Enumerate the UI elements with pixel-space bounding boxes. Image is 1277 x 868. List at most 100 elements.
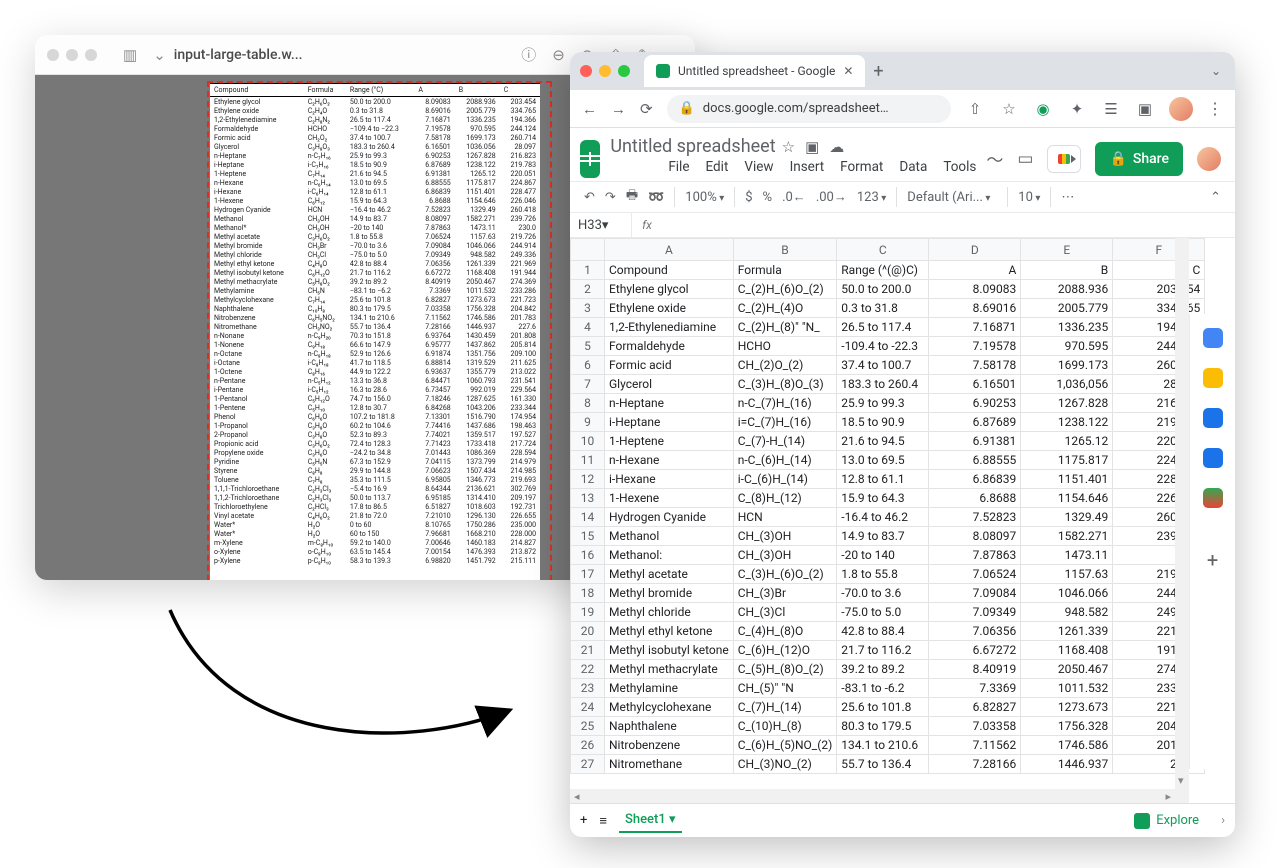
spreadsheet-grid[interactable]: ABCDEF1CompoundFormulaRange (^(@)C)ABC2E… [570, 238, 1205, 774]
scroll-down-icon[interactable]: ▾ [1178, 774, 1184, 787]
back-button[interactable]: ← [582, 100, 597, 118]
account-avatar[interactable] [1197, 147, 1221, 171]
cell[interactable]: C [1113, 261, 1205, 280]
row-header[interactable]: 11 [571, 451, 605, 470]
cell[interactable]: 1582.271 [1021, 527, 1113, 546]
cell[interactable]: HCHO [733, 337, 837, 356]
keep-app-icon[interactable] [1203, 368, 1223, 388]
cell[interactable]: 183.3 to 260.4 [837, 375, 929, 394]
cell[interactable]: Naphthalene [605, 717, 734, 736]
cell[interactable]: Hydrogen Cyanide [605, 508, 734, 527]
cell[interactable]: 1446.937 [1021, 755, 1113, 774]
cell[interactable]: 7.09349 [929, 603, 1021, 622]
cell[interactable]: -16.4 to 46.2 [837, 508, 929, 527]
cell[interactable]: Methyl methacrylate [605, 660, 734, 679]
cell[interactable]: 12.8 to 61.1 [837, 470, 929, 489]
cell[interactable]: B [1021, 261, 1113, 280]
row-header[interactable]: 16 [571, 546, 605, 565]
cell[interactable]: 42.8 to 88.4 [837, 622, 929, 641]
cell[interactable]: CH_(3)OH [733, 546, 837, 565]
cell[interactable]: Formic acid [605, 356, 734, 375]
tasks-app-icon[interactable] [1203, 408, 1223, 428]
cell[interactable]: 948.582 [1021, 603, 1113, 622]
cell[interactable]: 37.4 to 100.7 [837, 356, 929, 375]
cell[interactable]: 1,036,056 [1021, 375, 1113, 394]
row-header[interactable]: 23 [571, 679, 605, 698]
cell[interactable]: 6.8688 [929, 489, 1021, 508]
grammarly-ext-icon[interactable]: ◉ [1033, 99, 1053, 119]
cell[interactable]: 0.3 to 31.8 [837, 299, 929, 318]
undo-button[interactable]: ↶ [584, 190, 595, 205]
cell[interactable]: Methyl ethyl ketone [605, 622, 734, 641]
cell[interactable]: n-C_(6)H_(14) [733, 451, 837, 470]
profile-avatar[interactable] [1169, 97, 1193, 121]
cell[interactable]: Methylcyclohexane [605, 698, 734, 717]
menu-data[interactable]: Data [899, 159, 927, 175]
col-header[interactable]: B [733, 239, 837, 261]
cell[interactable]: Formaldehyde [605, 337, 734, 356]
share-page-icon[interactable]: ⇧ [965, 99, 985, 119]
cell[interactable]: 7.52823 [929, 508, 1021, 527]
cell[interactable]: C_(2)H_(6)O_(2) [733, 280, 837, 299]
cell[interactable]: -20 to 140 [837, 546, 929, 565]
add-sheet-button[interactable]: + [580, 813, 587, 828]
move-icon[interactable]: ▣ [805, 138, 819, 156]
cell[interactable]: 2005.779 [1021, 299, 1113, 318]
zoom-select[interactable]: 100% [685, 190, 724, 205]
cell[interactable]: 8.09083 [929, 280, 1021, 299]
row-header[interactable]: 8 [571, 394, 605, 413]
sidepanel-toggle-icon[interactable]: › [1221, 813, 1225, 828]
cell[interactable]: CH_(3)Cl [733, 603, 837, 622]
cell[interactable]: 6.82827 [929, 698, 1021, 717]
row-header[interactable]: 7 [571, 375, 605, 394]
cell[interactable]: Formula [733, 261, 837, 280]
max-dot[interactable] [85, 49, 97, 61]
scroll-left-icon[interactable]: ◂ [574, 790, 580, 803]
grid-area[interactable]: ABCDEF1CompoundFormulaRange (^(@)C)ABC2E… [570, 238, 1235, 803]
cell[interactable]: Methyl acetate [605, 565, 734, 584]
cell[interactable]: 1168.408 [1021, 641, 1113, 660]
doc-title[interactable]: Untitled spreadsheet [610, 136, 775, 157]
cell[interactable]: C_(7)-H_(14) [733, 432, 837, 451]
row-header[interactable]: 17 [571, 565, 605, 584]
cell[interactable]: 7.28166 [929, 755, 1021, 774]
horizontal-scrollbar[interactable]: ◂ ▸ [570, 789, 1189, 803]
all-sheets-button[interactable]: ≡ [599, 813, 607, 829]
cell[interactable]: Methyl isobutyl ketone [605, 641, 734, 660]
reading-list-icon[interactable]: ☰ [1101, 99, 1121, 119]
chevron-down-icon[interactable]: ⌄ [153, 46, 166, 64]
cell[interactable]: 1151.401 [1021, 470, 1113, 489]
forward-button[interactable]: → [611, 100, 626, 118]
row-header[interactable]: 1 [571, 261, 605, 280]
cell[interactable]: 14.9 to 83.7 [837, 527, 929, 546]
row-header[interactable]: 9 [571, 413, 605, 432]
percent-button[interactable]: % [763, 190, 773, 205]
row-header[interactable]: 10 [571, 432, 605, 451]
cell[interactable]: A [929, 261, 1021, 280]
cell[interactable]: 1336.235 [1021, 318, 1113, 337]
tabs-overflow-icon[interactable]: ⌄ [1211, 64, 1221, 78]
cell[interactable]: 1157.63 [1021, 565, 1113, 584]
row-header[interactable]: 27 [571, 755, 605, 774]
name-box[interactable]: H33 ▾ [570, 213, 632, 237]
col-header[interactable]: F [1113, 239, 1205, 261]
row-header[interactable]: 4 [571, 318, 605, 337]
sidebar-icon[interactable]: ▥ [123, 46, 137, 64]
cell[interactable]: 7.58178 [929, 356, 1021, 375]
contacts-app-icon[interactable] [1203, 448, 1223, 468]
comments-icon[interactable]: ▭ [1017, 149, 1033, 169]
info-icon[interactable]: ⓘ [521, 44, 536, 65]
cell[interactable]: Range (^(@)C) [837, 261, 929, 280]
menu-file[interactable]: File [668, 159, 689, 175]
cell[interactable]: 25.9 to 99.3 [837, 394, 929, 413]
scroll-right-icon[interactable]: ▸ [1165, 790, 1171, 803]
cell[interactable]: 7.16871 [929, 318, 1021, 337]
cell[interactable]: n-Heptane [605, 394, 734, 413]
new-tab-button[interactable]: + [873, 61, 883, 82]
cell[interactable]: 6.91381 [929, 432, 1021, 451]
cell[interactable]: 8.40919 [929, 660, 1021, 679]
row-header[interactable]: 21 [571, 641, 605, 660]
row-header[interactable]: 26 [571, 736, 605, 755]
chrome-menu-icon[interactable]: ⋮ [1207, 99, 1223, 118]
cell[interactable]: 1756.328 [1021, 717, 1113, 736]
